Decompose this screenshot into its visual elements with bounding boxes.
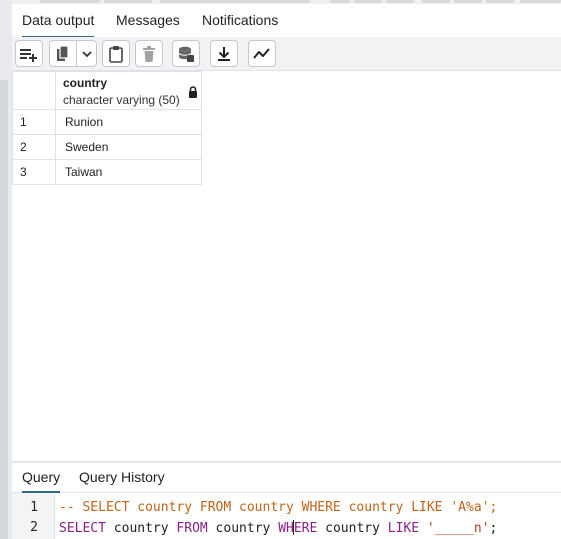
table-cell[interactable]: Sweden [56, 135, 202, 160]
lock-icon [188, 85, 198, 103]
sql-keyword: ERE [293, 521, 318, 536]
download-icon [216, 46, 232, 62]
row-number-header[interactable] [12, 71, 56, 110]
sql-string: '_____n' [426, 521, 490, 536]
sql-keyword: SELECT [59, 521, 106, 536]
column-header-country[interactable]: country character varying (50) [56, 71, 202, 110]
data-toolbar [12, 37, 561, 71]
line-number: 1 [30, 500, 38, 515]
save-data-icon [177, 45, 195, 63]
sql-text: ; [489, 521, 498, 536]
add-row-icon [19, 46, 39, 62]
sql-editor[interactable]: 1 2 -- SELECT country FROM country WHERE… [12, 493, 561, 539]
sql-keyword: LIKE [387, 521, 420, 536]
left-scrollbar[interactable] [0, 0, 12, 539]
graph-visualiser-button[interactable] [248, 40, 276, 67]
sql-keyword: FROM [176, 521, 208, 536]
code-line-1[interactable]: -- SELECT country FROM country WHERE cou… [59, 500, 497, 515]
result-tabs: Data output Messages Notifications [12, 4, 561, 38]
chevron-down-icon [81, 49, 93, 59]
sql-text: country [105, 521, 177, 536]
line-number: 2 [30, 520, 38, 535]
code-line-2[interactable]: SELECT country FROM country WHERE countr… [59, 520, 497, 536]
tab-query[interactable]: Query [22, 463, 61, 493]
download-button[interactable] [210, 40, 238, 67]
tab-notifications[interactable]: Notifications [202, 4, 278, 37]
tab-data-output[interactable]: Data output [22, 4, 95, 38]
table-cell[interactable]: Runion [56, 110, 202, 135]
save-data-button[interactable] [172, 40, 200, 67]
paste-button[interactable] [102, 40, 130, 67]
delete-icon [142, 45, 156, 62]
column-type: character varying (50) [63, 93, 180, 107]
sql-text: country [207, 521, 279, 536]
sql-keyword: WH [278, 521, 294, 536]
paste-icon [108, 45, 124, 63]
column-name: country [63, 76, 108, 90]
sql-text: country [317, 521, 388, 536]
tab-query-history[interactable]: Query History [79, 463, 165, 492]
results-panel: Data output Messages Notifications count… [12, 0, 561, 539]
copy-button[interactable] [49, 40, 77, 67]
add-row-button[interactable] [15, 40, 43, 67]
row-number[interactable]: 2 [12, 135, 56, 160]
line-number-gutter: 1 2 [12, 493, 55, 539]
copy-options-dropdown[interactable] [77, 40, 97, 67]
copy-icon [55, 44, 71, 63]
sql-comment: -- SELECT country FROM country WHERE cou… [59, 500, 498, 515]
graph-visualiser-icon [253, 47, 271, 61]
table-cell[interactable]: Taiwan [56, 160, 202, 185]
query-tabs: Query Query History [12, 463, 561, 493]
scrollbar-thumb[interactable] [0, 80, 8, 539]
row-number[interactable]: 1 [12, 110, 56, 135]
tab-messages[interactable]: Messages [116, 4, 180, 37]
delete-button[interactable] [135, 40, 163, 67]
row-number[interactable]: 3 [12, 160, 56, 185]
